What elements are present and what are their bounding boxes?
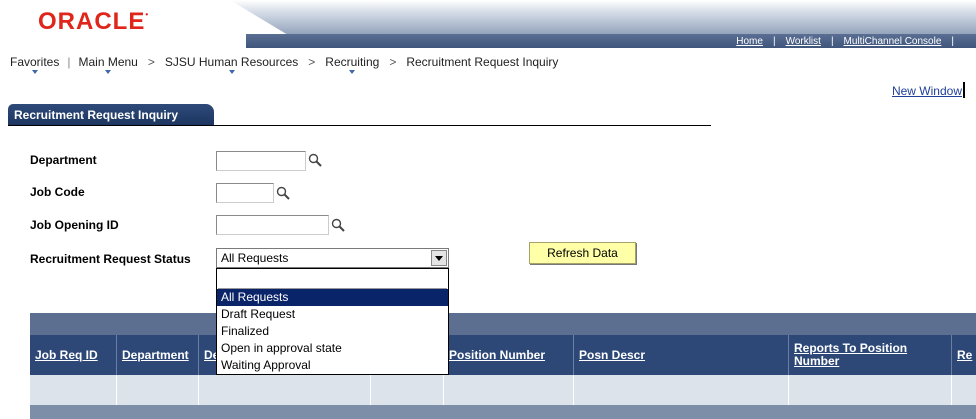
dropdown-arrow-icon: [228, 70, 235, 74]
new-window-link[interactable]: New Window: [892, 84, 962, 98]
breadcrumb-separator: >: [389, 55, 397, 69]
search-icon[interactable]: [276, 186, 290, 200]
dropdown-option-open-in-approval-state[interactable]: Open in approval state: [217, 340, 448, 357]
dropdown-arrow-icon: [105, 70, 112, 74]
multichannel-console-link[interactable]: MultiChannel Console: [834, 36, 952, 47]
refresh-data-button[interactable]: Refresh Data: [529, 242, 636, 264]
header-band: [230, 0, 976, 36]
cell-divider: [198, 375, 199, 405]
job-code-label: Job Code: [30, 185, 85, 199]
column-header-reports-to-position-number[interactable]: Reports To Position Number: [788, 335, 951, 375]
dropdown-option-waiting-approval[interactable]: Waiting Approval: [217, 357, 448, 374]
recruitment-request-status-select[interactable]: All Requests: [216, 248, 449, 268]
job-opening-id-label: Job Opening ID: [30, 218, 119, 232]
department-label: Department: [30, 153, 97, 167]
chevron-down-icon[interactable]: [431, 250, 447, 266]
tab-recruitment-request-inquiry[interactable]: Recruitment Request Inquiry: [8, 104, 214, 126]
divider: [963, 82, 965, 98]
cell-divider: [788, 375, 789, 405]
breadcrumb-sjsu-hr[interactable]: SJSU Human Resources: [161, 55, 302, 74]
header-links: Home | Worklist | MultiChannel Console |: [726, 35, 976, 48]
department-field[interactable]: [216, 151, 306, 171]
grid-title-bar: [30, 313, 976, 335]
table-row: [30, 375, 976, 405]
worklist-link[interactable]: Worklist: [776, 36, 831, 47]
column-header-re[interactable]: Re: [951, 335, 976, 375]
breadcrumb-separator: >: [308, 55, 316, 69]
breadcrumb-favorites[interactable]: Favorites: [6, 55, 63, 74]
breadcrumb-recruiting[interactable]: Recruiting: [321, 55, 383, 74]
breadcrumb-main-menu[interactable]: Main Menu: [74, 55, 141, 74]
cell-divider: [573, 375, 574, 405]
search-icon[interactable]: [308, 153, 322, 167]
status-dropdown-list: All Requests Draft Request Finalized Ope…: [216, 268, 449, 375]
breadcrumb: Favorites | Main Menu > SJSU Human Resou…: [6, 54, 562, 74]
cell-divider: [443, 375, 444, 405]
dropdown-arrow-icon: [31, 70, 38, 74]
selected-value: All Requests: [221, 251, 289, 265]
dropdown-option-all-requests[interactable]: All Requests: [217, 289, 448, 306]
column-header-department[interactable]: Department: [116, 335, 198, 375]
tab-divider: [8, 125, 711, 126]
column-header-position-number[interactable]: Position Number: [443, 335, 573, 375]
dropdown-option-finalized[interactable]: Finalized: [217, 323, 448, 340]
column-header-posn-descr[interactable]: Posn Descr: [573, 335, 788, 375]
oracle-logo: ORACLE•: [38, 8, 149, 35]
search-icon[interactable]: [331, 218, 345, 232]
job-opening-id-field[interactable]: [216, 215, 329, 235]
cell-divider: [116, 375, 117, 405]
breadcrumb-current-page: Recruitment Request Inquiry: [406, 55, 559, 69]
dropdown-option-draft-request[interactable]: Draft Request: [217, 306, 448, 323]
breadcrumb-separator: >: [147, 55, 155, 69]
grid-footer: [30, 405, 976, 419]
cell-divider: [370, 375, 371, 405]
recruitment-request-status-label: Recruitment Request Status: [30, 252, 191, 266]
dropdown-arrow-icon: [349, 70, 356, 74]
cell-divider: [951, 375, 952, 405]
home-link[interactable]: Home: [726, 36, 773, 47]
column-header-job-req-id[interactable]: Job Req ID: [30, 335, 116, 375]
job-code-field[interactable]: [216, 183, 274, 203]
dropdown-option-blank[interactable]: [218, 271, 447, 289]
